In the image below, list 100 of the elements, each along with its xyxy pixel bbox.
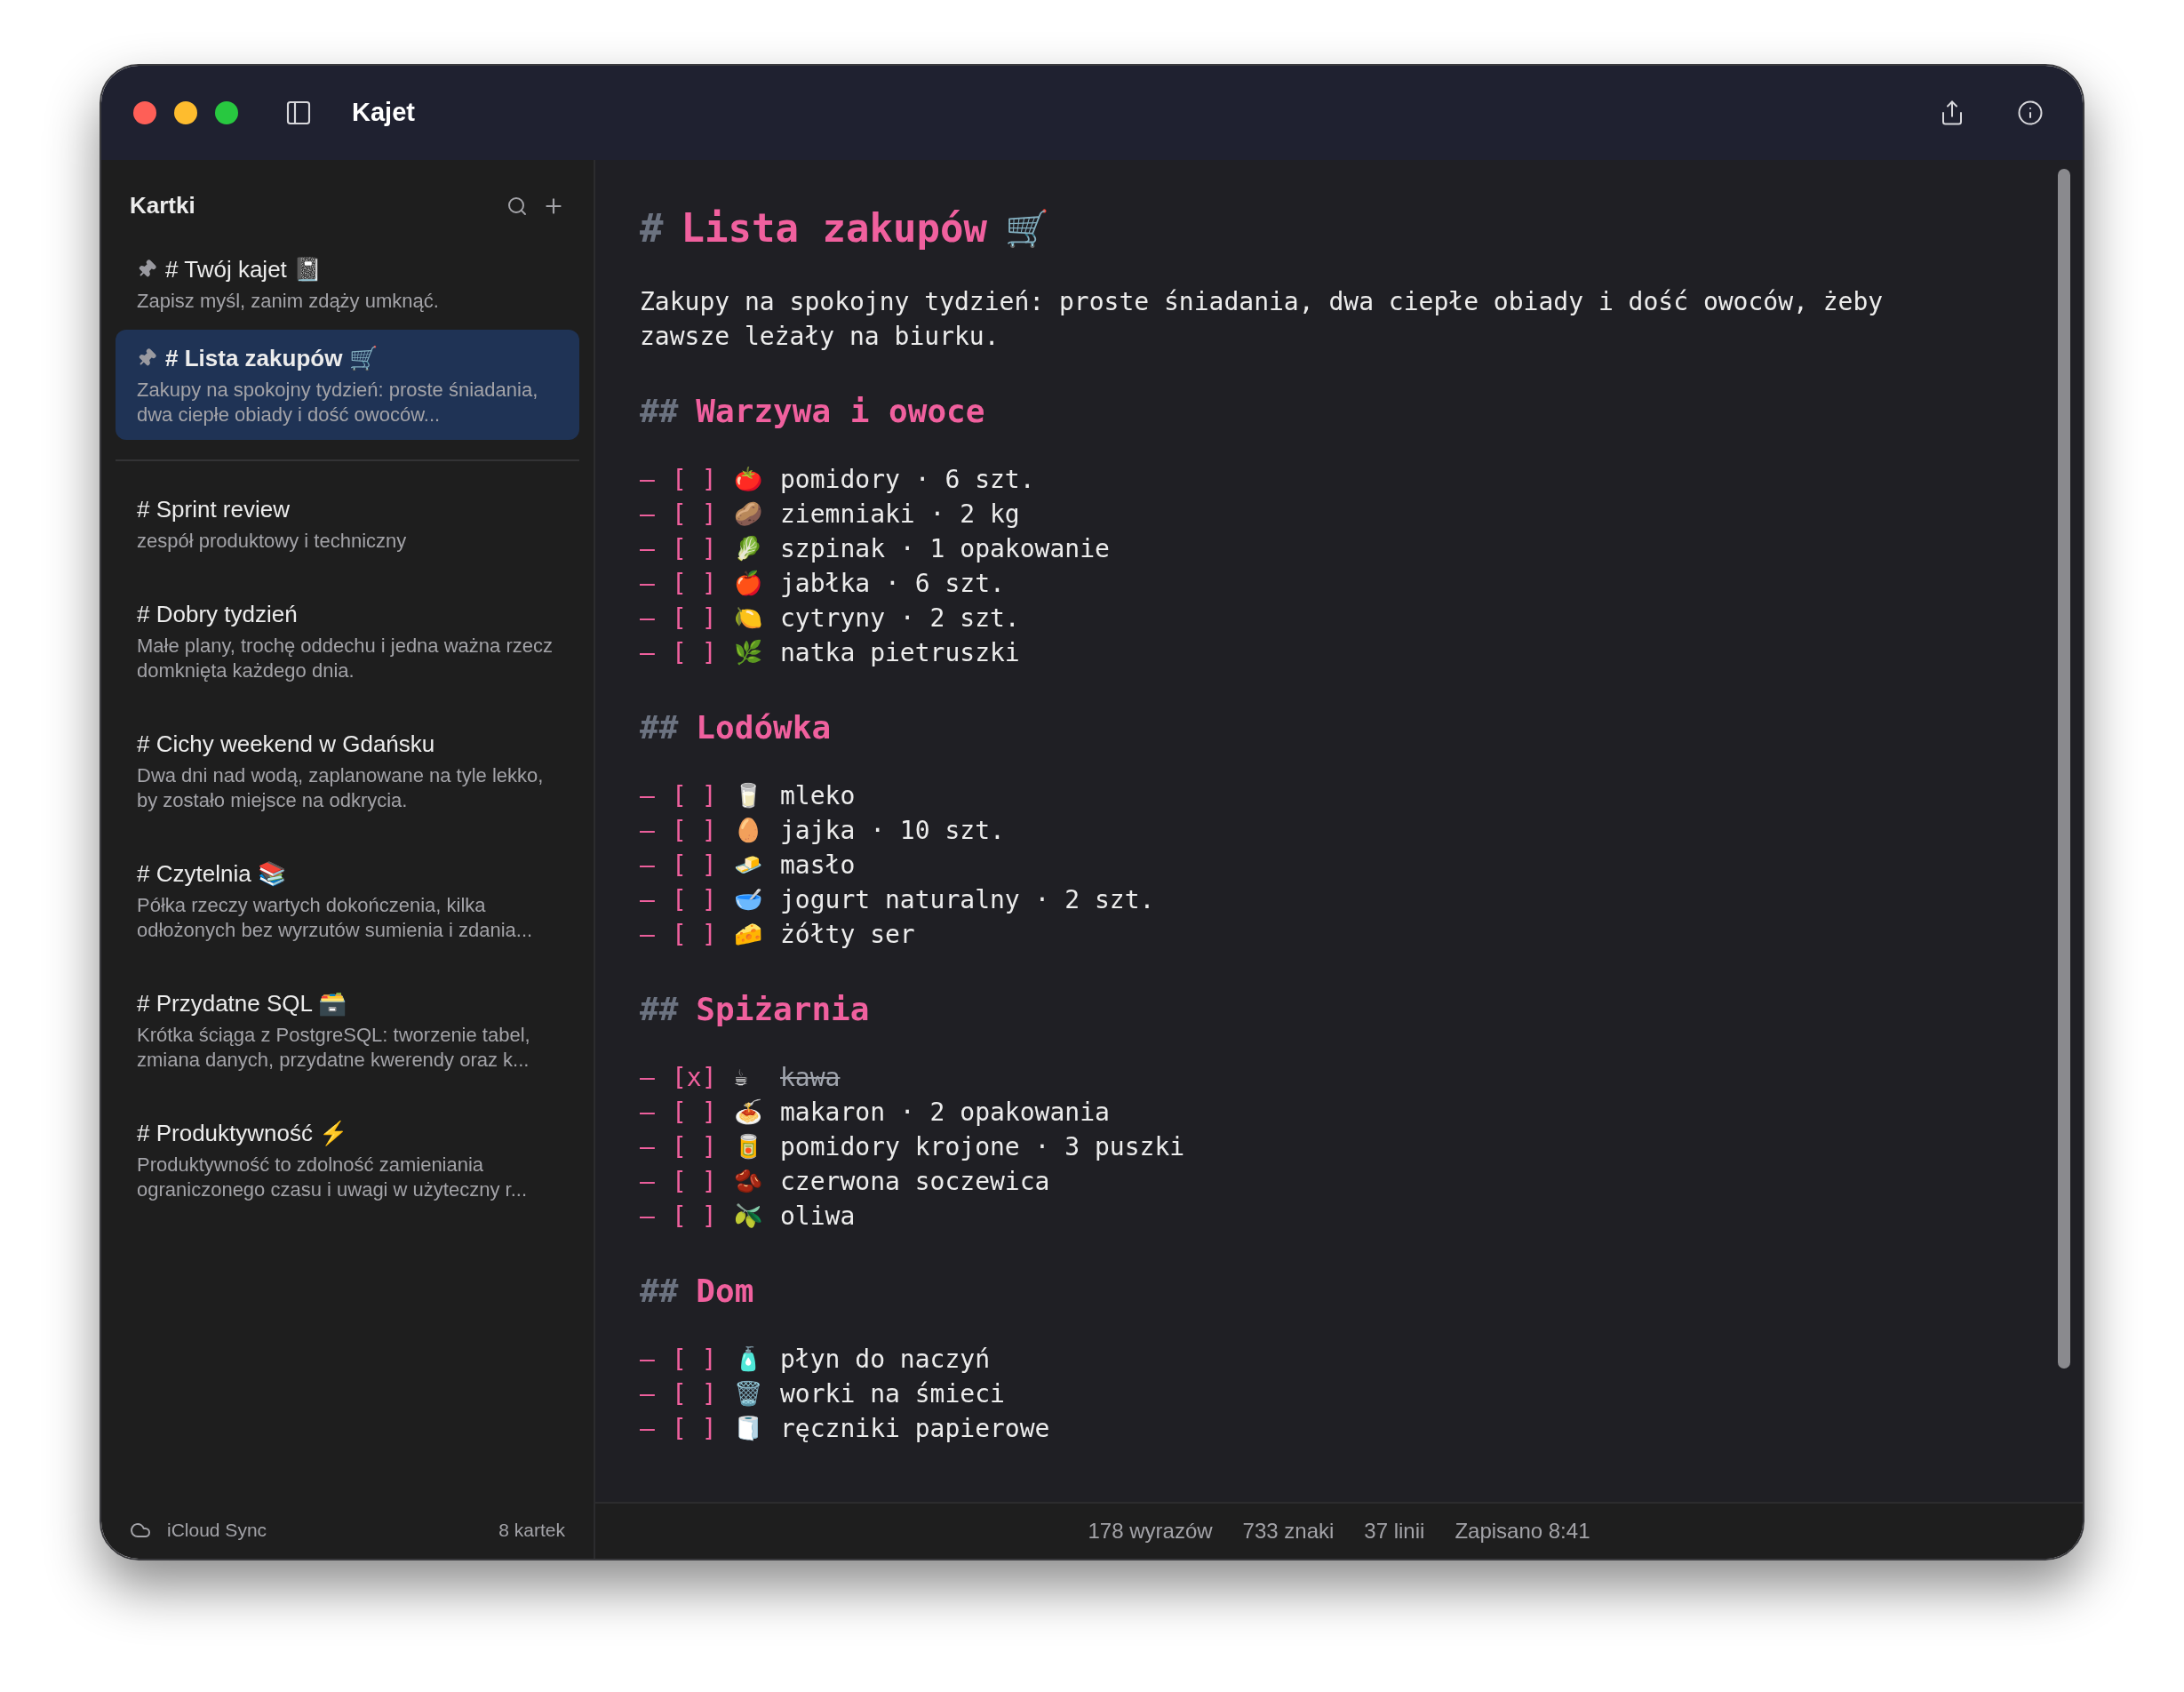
status-text: Zapisano 8:41 [1455,1518,1590,1544]
item-text: jabłka · 6 szt. [780,568,1005,600]
item-emoji: 🧴 [734,1345,763,1374]
list-bullet: – [640,568,656,600]
note-title: # Dobry tydzień [137,600,298,629]
note-preview: Produktywność to zdolność zamieniania ograniczonego czasu i uwagi w użyteczny r... [137,1153,528,1202]
note-preview: Małe plany, trochę oddechu i jedna ważna rzecz domknięta każdego dnia. [137,634,554,683]
task-checkbox[interactable]: [ ] [672,601,734,635]
note-item[interactable]: # Lista zakupów 🛒 Zakupy na spokojny tydzień: proste śniadania, dwa ciepłe obiady i dość owoców... [116,330,579,440]
item-text: pomidory · 6 szt. [780,464,1035,496]
task-checkbox[interactable]: [ ] [672,462,734,497]
task-checkbox[interactable]: [ ] [672,1411,734,1446]
item-text: ręczniki papierowe [780,1413,1050,1445]
list-bullet: – [640,603,656,634]
list-bullet: – [640,1062,656,1094]
item-text: jajka · 10 szt. [780,815,1005,847]
item-text: płyn do naczyń [780,1344,990,1376]
item-text: cytryny · 2 szt. [780,603,1020,634]
item-emoji: 🥚 [734,816,763,845]
task-checkbox[interactable]: [ ] [672,497,734,531]
status-text: 37 linii [1364,1518,1425,1544]
close-button[interactable] [133,101,156,124]
item-text: mleko [780,780,856,812]
status-text: 178 wyrazów [1088,1518,1213,1544]
scrollbar-thumb[interactable] [2058,169,2070,1369]
heading-marker: ## [640,990,679,1029]
task-checkbox[interactable]: [ ] [672,635,734,670]
info-icon[interactable] [2017,100,2044,126]
task-checkbox[interactable]: [ ] [672,778,734,813]
task-checkbox[interactable]: [ ] [672,848,734,882]
note-item[interactable]: # Przydatne SQL 🗃 Krótka ściąga z PostgreSQL: tworzenie tabel, zmiana danych, przydatne kwerendy oraz k... [116,975,579,1085]
list-bullet: – [640,637,656,669]
item-text: masło [780,850,856,882]
task-checkbox[interactable]: [ ] [672,917,734,952]
task-checkbox[interactable]: [ ] [672,1377,734,1411]
status-text: 733 znaki [1242,1518,1335,1544]
item-text: worki na śmieci [780,1378,1005,1410]
note-title: # Przydatne SQL 🗃 [137,989,347,1018]
list-bullet: – [640,533,656,565]
task-checkbox[interactable]: [ ] [672,566,734,601]
search-icon[interactable] [506,195,528,217]
item-emoji: 🥣 [734,885,763,914]
task-checkbox[interactable]: [ ] [672,1342,734,1377]
cart-emoji: 🛒 [1004,207,1049,251]
heading-marker: ## [640,1272,679,1311]
sidebar-title: Kartki [130,191,195,220]
item-emoji: ☕ [734,1063,749,1092]
list-bullet: – [640,850,656,882]
note-item[interactable]: # Dobry tydzień Małe plany, trochę oddechu i jedna ważna rzecz domknięta każdego dnia. [116,586,579,696]
item-emoji: 🍋 [734,603,763,633]
list-bullet: – [640,1201,656,1233]
note-title: # Cichy weekend w Gdańsku [137,730,435,759]
task-checkbox[interactable]: [ ] [672,1129,734,1164]
note-item[interactable]: # Sprint review zespół produktowy i techniczny [116,481,579,566]
note-item[interactable]: # Produktywność ⚡ Produktywność to zdolność zamieniania ograniczonego czasu i uwagi w użyteczny r... [116,1105,579,1215]
section-heading: Lodówka [696,708,832,747]
note-preview: Zakupy na spokojny tydzień: proste śniadania, dwa ciepłe obiady i dość owoców... [137,378,539,427]
sidebar-toggle-icon[interactable] [284,99,313,127]
note-preview: Zapisz myśl, zanim zdąży umknąć. [137,289,440,314]
heading-marker: # [640,204,664,252]
list-bullet: – [640,1378,656,1410]
list-bullet: – [640,464,656,496]
task-checkbox[interactable]: [ ] [672,813,734,848]
list-bullet: – [640,1131,656,1163]
item-emoji: 🫒 [734,1201,763,1231]
item-emoji: 🧀 [734,920,763,949]
note-item[interactable]: # Cichy weekend w Gdańsku Dwa dni nad wodą, zaplanowane na tyle lekko, by zostało miejsce na odkrycia. [116,715,579,826]
list-bullet: – [640,1097,656,1129]
note-preview: Półka rzeczy wartych dokończenia, kilka odłożonych bez wyrzutów sumienia i zdania... [137,893,534,943]
item-text: jogurt naturalny · 2 szt. [780,884,1155,916]
minimize-button[interactable] [174,101,197,124]
item-emoji: 🧈 [734,850,763,880]
item-text: szpinak · 1 opakowanie [780,533,1110,565]
task-checkbox[interactable]: [x] [672,1060,734,1095]
item-emoji: 🍝 [734,1097,763,1127]
task-checkbox[interactable]: [ ] [672,1199,734,1233]
note-preview: Dwa dni nad wodą, zaplanowane na tyle lekko, by zostało miejsce na odkrycia. [137,763,545,813]
task-checkbox[interactable]: [ ] [672,1164,734,1199]
zoom-button[interactable] [215,101,238,124]
task-checkbox[interactable]: [ ] [672,882,734,917]
note-title: # Sprint review [137,495,290,524]
sync-status: iCloud Sync [167,1519,267,1543]
task-checkbox[interactable]: [ ] [672,1095,734,1129]
note-item[interactable]: # Twój kajet 📓 Zapisz myśl, zanim zdąży umknąć. [116,241,579,326]
item-emoji: 🥬 [734,534,763,563]
item-text: kawa [780,1062,841,1094]
note-count: 8 kartek [498,1519,565,1543]
section-heading: Spiżarnia [696,990,870,1029]
list-bullet: – [640,919,656,951]
item-emoji: 🥔 [734,499,763,529]
item-text: czerwona soczewica [780,1166,1050,1198]
window-title: Kajet [352,97,415,129]
note-preview: zespół produktowy i techniczny [137,529,408,554]
note-title: # Twój kajet 📓 [165,255,323,284]
task-checkbox[interactable]: [ ] [672,531,734,566]
list-bullet: – [640,815,656,847]
note-item[interactable]: # Czytelnia 📚 Półka rzeczy wartych dokończenia, kilka odłożonych bez wyrzutów sumienia i zdania... [116,845,579,955]
heading-marker: ## [640,392,679,431]
list-bullet: – [640,884,656,916]
item-emoji: 🍅 [734,465,763,494]
